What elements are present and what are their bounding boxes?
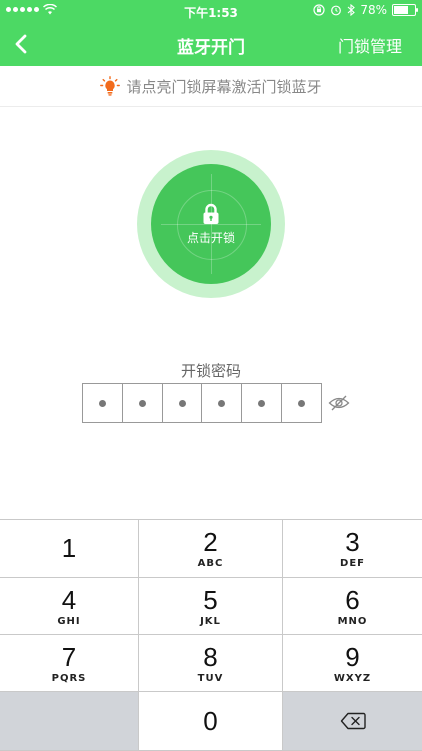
navigation-bar: 蓝牙开门 门锁管理: [0, 22, 422, 66]
key-8[interactable]: 8 TUV: [139, 635, 283, 692]
password-dot: [258, 399, 266, 407]
key-number: 7: [61, 641, 77, 672]
status-right: 78%: [313, 3, 418, 17]
key-letters: DEF: [340, 558, 365, 569]
key-letters: TUV: [197, 672, 224, 684]
key-number: 2: [203, 527, 218, 557]
key-letters: GHI: [57, 615, 81, 627]
unlock-button[interactable]: 点击开锁: [151, 164, 271, 284]
alarm-icon: [331, 5, 342, 16]
key-letters: ABC: [197, 558, 224, 569]
password-dot: [178, 399, 186, 407]
key-blank: [0, 692, 139, 751]
backspace-icon: [340, 712, 366, 730]
key-letters: WXYZ: [333, 672, 372, 684]
key-1[interactable]: 1: [0, 520, 139, 578]
password-field[interactable]: [82, 383, 322, 423]
key-number: 6: [345, 584, 360, 615]
password-dot: [218, 399, 226, 407]
battery-icon: [392, 4, 418, 16]
password-dot: [298, 399, 306, 407]
password-dot: [98, 399, 106, 407]
password-label: 开锁密码: [180, 362, 241, 380]
key-5[interactable]: 5 JKL: [139, 578, 283, 635]
bluetooth-icon: [347, 4, 356, 16]
status-bar: 下午1:53 78%: [0, 0, 422, 22]
key-9[interactable]: 9 WXYZ: [283, 635, 422, 692]
battery-percent: 78%: [360, 3, 387, 17]
crosshair-ring: [177, 190, 247, 260]
bulb-icon: [100, 76, 121, 96]
lock-management-button[interactable]: 门锁管理: [338, 33, 402, 57]
key-number: 9: [345, 641, 360, 672]
password-digit-box: [163, 384, 203, 422]
unlock-label: 点击开锁: [186, 230, 235, 245]
key-7[interactable]: 7 PQRS: [0, 635, 139, 692]
key-2[interactable]: 2 ABC: [139, 520, 283, 578]
key-number: 4: [61, 584, 77, 615]
hint-text: 请点亮门锁屏幕激活门锁蓝牙: [126, 77, 322, 96]
eye-off-icon[interactable]: [328, 393, 350, 413]
lock-icon: [203, 203, 219, 224]
unlock-button-halo: 点击开锁: [137, 150, 285, 298]
password-digit-box: [123, 384, 163, 422]
password-digit-box: [83, 384, 123, 422]
numeric-keypad: 1 2 ABC 3 DEF 4 GHI 5 JKL 6 MNO 7 PQRS 8…: [0, 519, 422, 751]
password-digit-box: [282, 384, 321, 422]
password-digit-box: [202, 384, 243, 422]
key-number: 1: [61, 532, 77, 563]
password-digit-box: [242, 384, 283, 422]
orientation-lock-icon: [313, 4, 325, 16]
key-number: 5: [203, 584, 218, 615]
key-4[interactable]: 4 GHI: [0, 578, 139, 635]
key-letters: PQRS: [51, 672, 87, 684]
key-3[interactable]: 3 DEF: [283, 520, 422, 578]
password-dot: [138, 399, 146, 407]
key-letters: MNO: [337, 615, 368, 627]
key-letters: JKL: [200, 615, 221, 627]
key-0[interactable]: 0: [139, 692, 283, 751]
key-number: 3: [345, 527, 360, 557]
delete-key[interactable]: [283, 692, 422, 751]
key-number: 0: [203, 706, 218, 736]
activation-hint: 请点亮门锁屏幕激活门锁蓝牙: [0, 66, 422, 107]
key-number: 8: [203, 641, 218, 672]
key-6[interactable]: 6 MNO: [283, 578, 422, 635]
